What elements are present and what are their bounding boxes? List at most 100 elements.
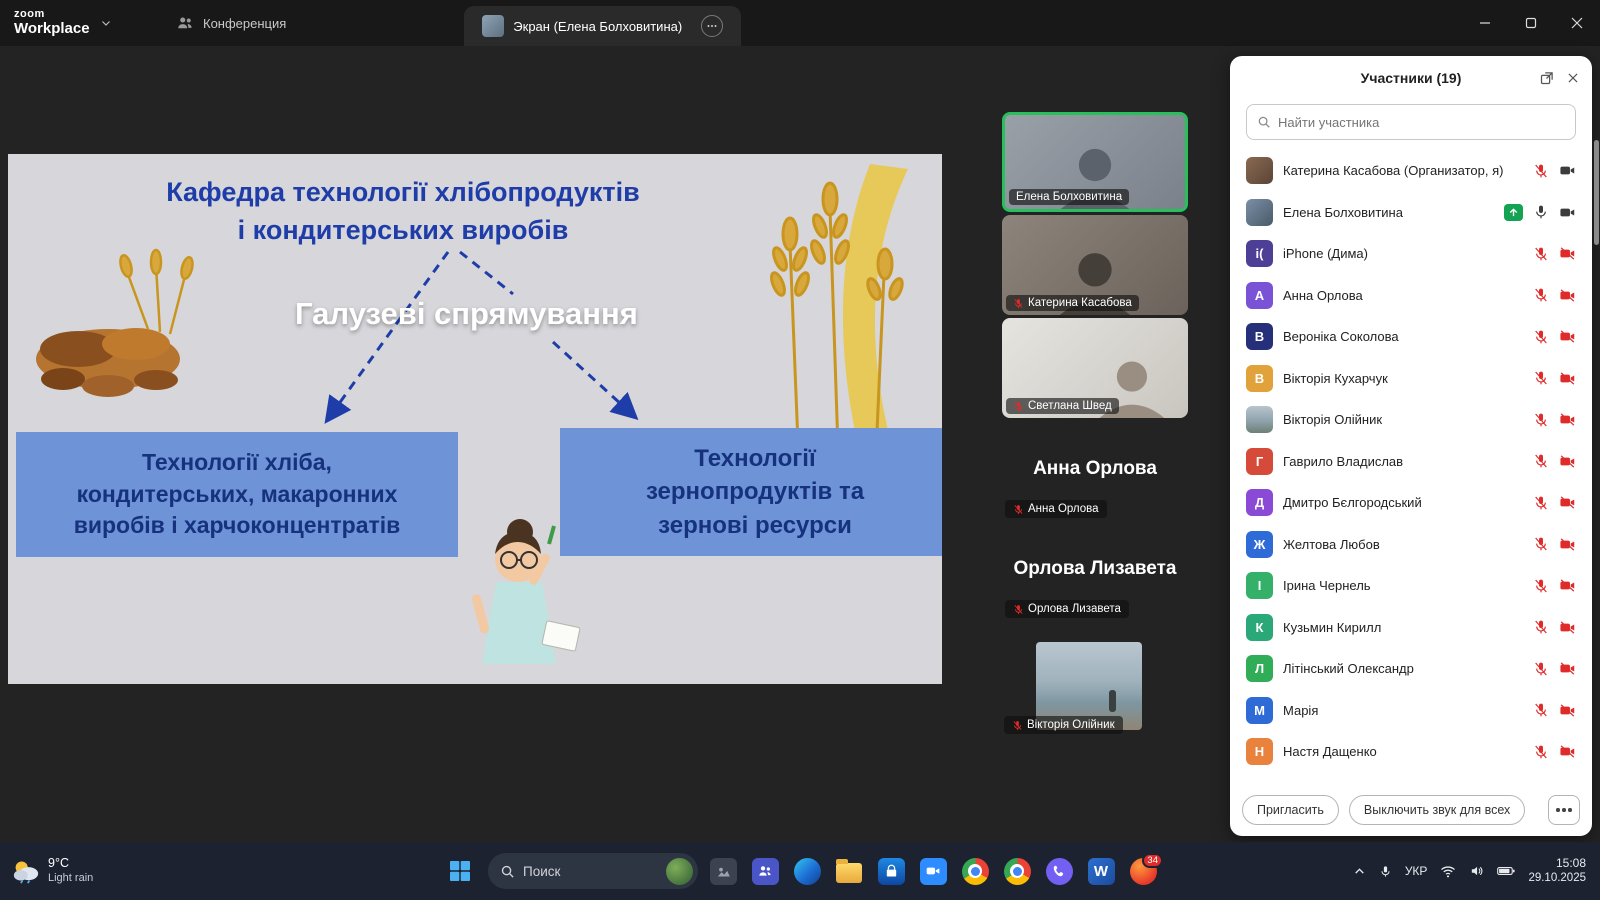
video-tile-label: Светлана Швед [1006,398,1119,414]
app-icon-chrome[interactable] [958,854,992,888]
camera-icon [1559,702,1576,719]
participant-row[interactable]: А Анна Орлова [1230,275,1592,317]
app-icon-store[interactable] [874,854,908,888]
search-input[interactable] [1278,114,1565,130]
avatar [1246,406,1273,434]
app-icon-viber[interactable] [1042,854,1076,888]
search-icon [1257,115,1271,129]
camera-icon [1559,162,1576,179]
tab-more-options-icon[interactable] [701,15,724,37]
avatar [1246,157,1273,185]
app-icon-photos[interactable] [706,854,740,888]
participant-row[interactable]: Елена Болховитина [1230,192,1592,234]
avatar-initial: І [1257,578,1262,594]
chevron-down-icon[interactable] [100,17,112,29]
participant-name: Анна Орлова [1283,287,1363,303]
participant-row[interactable]: Катерина Касабова (Организатор, я) [1230,150,1592,192]
taskbar-search[interactable]: Поиск [488,853,698,889]
participant-status [1533,370,1576,387]
arrow-to-right-box [551,340,639,421]
muted-mic-icon [1013,401,1024,412]
participant-row[interactable]: М Марія [1230,690,1592,732]
wifi-icon[interactable] [1440,865,1456,878]
slide-title-line2: і кондитерських виробів [237,214,569,245]
invite-button[interactable]: Пригласить [1242,795,1339,825]
start-button[interactable] [440,851,480,891]
avatar-initial: К [1255,619,1264,635]
beach-figure [1109,690,1116,712]
weather-widget[interactable]: 9°C Light rain [0,856,170,885]
participant-row[interactable]: К Кузьмин Кирилл [1230,607,1592,649]
avatar-initial: Ж [1253,536,1266,552]
tab-conference-label: Конференция [203,15,287,31]
tray-mic-icon[interactable] [1379,864,1392,879]
participant-row[interactable]: Н Настя Дащенко [1230,731,1592,773]
camera-icon [1559,204,1576,221]
time: 15:08 [1555,855,1586,870]
taskbar-clock[interactable]: 15:08 29.10.2025 [1528,856,1586,887]
app-icon-file-explorer[interactable] [832,854,866,888]
close-button[interactable] [1554,0,1600,46]
participant-name: Літінський Олександр [1283,661,1414,677]
app-icon-browser-notifications[interactable]: 34 [1126,853,1163,888]
pop-out-icon[interactable] [1539,71,1554,86]
participant-row[interactable]: В Вікторія Кухарчук [1230,358,1592,400]
participant-name: Елена Болховитина [1283,204,1403,220]
video-tile-active-speaker[interactable]: Елена Болховитина [1002,112,1188,212]
close-panel-icon[interactable] [1566,71,1580,85]
mic-icon [1533,412,1549,428]
tab-screen-share[interactable]: Экран (Елена Болховитина) [464,6,742,46]
tab-screen-label: Экран (Елена Болховитина) [513,18,683,34]
camera-icon [1559,743,1576,760]
participant-row[interactable]: Вікторія Олійник [1230,399,1592,441]
participant-row[interactable]: В Вероніка Соколова [1230,316,1592,358]
volume-icon[interactable] [1469,864,1484,878]
avatar: Г [1246,447,1273,475]
more-options-button[interactable] [1548,795,1580,825]
tray-chevron-up-icon[interactable] [1353,865,1366,878]
app-icon-teams[interactable] [748,854,782,888]
maximize-button[interactable] [1508,0,1554,46]
video-tile-svitlana[interactable]: Светлана Швед [1002,318,1188,418]
mic-icon [1533,661,1549,677]
name-tile-orlova: Орлова Лизавета [1013,558,1177,579]
participant-status [1504,203,1576,221]
avatar-initial: В [1254,329,1265,345]
app-icon-word[interactable]: W [1084,854,1118,888]
app-icon-zoom[interactable] [916,854,950,888]
people-icon [176,14,194,32]
arrow-to-subtitle [459,250,514,296]
search-daily-image[interactable] [666,857,693,885]
meeting-stage: Кафедра технології хлібопродуктів і конд… [0,46,1600,842]
tab-conference[interactable]: Конференция [158,0,304,46]
participants-list[interactable]: Катерина Касабова (Организатор, я) Елена… [1230,150,1592,784]
app-icon-chrome-2[interactable] [1000,854,1034,888]
mute-all-button[interactable]: Выключить звук для всех [1348,795,1526,825]
camera-icon [1559,411,1576,428]
participant-row[interactable]: Ж Желтова Любов [1230,524,1592,566]
participant-search[interactable] [1246,104,1576,140]
participant-status [1533,162,1576,179]
participant-row[interactable]: Л Літінський Олександр [1230,648,1592,690]
slide-left-box: Технології хліба, кондитерських, макарон… [16,432,458,557]
video-tile-kateryna[interactable]: Катерина Касабова [1002,215,1188,315]
app-icon-edge[interactable] [790,854,824,888]
participant-name: Дмитро Бєлгородський [1283,495,1422,511]
participant-row[interactable]: i( iPhone (Дима) [1230,233,1592,275]
avatar: М [1246,696,1273,724]
mic-icon [1533,702,1549,718]
scrollbar-thumb[interactable] [1594,140,1599,245]
window-controls [1462,0,1600,46]
language-indicator[interactable]: УКР [1405,864,1428,878]
mic-icon [1533,744,1549,760]
minimize-button[interactable] [1462,0,1508,46]
participant-row[interactable]: Г Гаврило Владислав [1230,441,1592,483]
participant-status [1533,411,1576,428]
video-tile-label: Катерина Касабова [1006,295,1139,311]
name-tile-label: Орлова Лизавета [1005,600,1129,618]
battery-icon[interactable] [1497,865,1516,877]
participant-name: Настя Дащенко [1283,744,1377,760]
video-tile-name: Анна Орлова [1028,503,1099,515]
participant-row[interactable]: Д Дмитро Бєлгородський [1230,482,1592,524]
participant-row[interactable]: І Ірина Чернель [1230,565,1592,607]
